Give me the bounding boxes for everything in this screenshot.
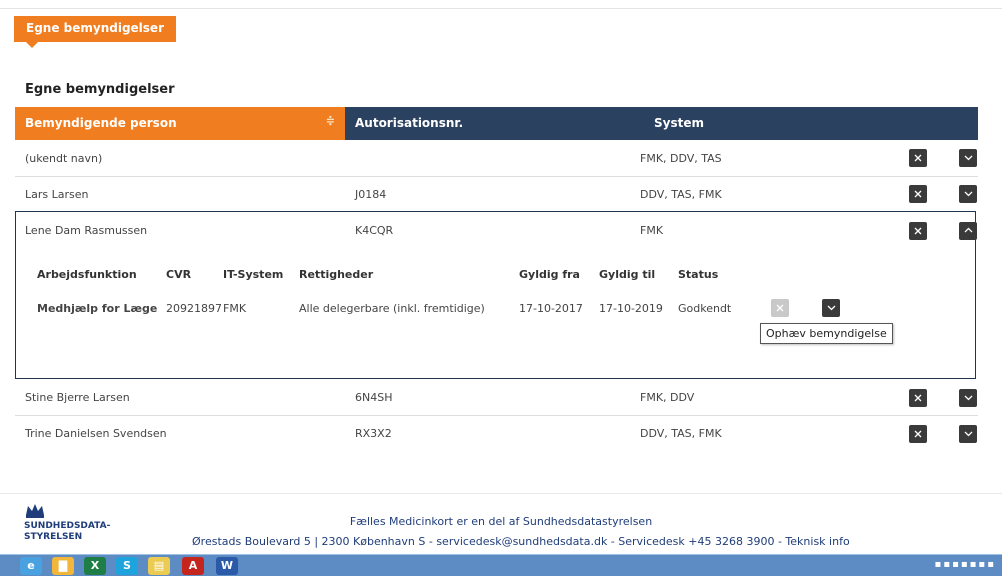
chevron-down-icon [964, 155, 972, 161]
footer-divider [0, 493, 1002, 494]
close-icon [914, 190, 922, 198]
footer-line1: Fælles Medicinkort er en del af Sundheds… [349, 515, 653, 528]
taskbar: e ▇ X S ▤ A W ▪▪▪▪▪▪▪ [0, 554, 1002, 576]
top-divider [0, 8, 1002, 9]
table-row[interactable]: (ukendt navn) FMK, DDV, TAS [15, 140, 978, 177]
row-system: DDV, TAS, FMK [640, 188, 722, 201]
detail-header-arbejdsfunktion: Arbejdsfunktion [37, 268, 137, 281]
detail-gyldig-fra: 17-10-2017 [519, 302, 583, 315]
detail-header-gyldig-til: Gyldig til [599, 268, 656, 281]
detail-header-status: Status [678, 268, 719, 281]
chevron-down-icon [827, 305, 835, 311]
column-header-person-label: Bemyndigende person [25, 116, 177, 130]
remove-button[interactable] [909, 222, 927, 240]
table-row[interactable]: Lars Larsen J0184 DDV, TAS, FMK [15, 176, 978, 212]
logo-line2: STYRELSEN [24, 532, 83, 542]
detail-arbejdsfunktion: Medhjælp for Læge [37, 302, 158, 315]
footer-line2[interactable]: Ørestads Boulevard 5 | 2300 København S … [192, 535, 850, 548]
chevron-down-icon [964, 431, 972, 437]
detail-rettigheder: Alle delegerbare (inkl. fremtidige) [299, 302, 485, 315]
page-title: Egne bemyndigelser [25, 82, 175, 97]
detail-cvr: 20921897 [166, 302, 222, 315]
ie-icon[interactable]: e [20, 557, 42, 575]
table-row[interactable]: Stine Bjerre Larsen 6N4SH FMK, DDV [15, 379, 978, 416]
remove-button[interactable] [909, 425, 927, 443]
close-icon [776, 304, 784, 312]
collapse-button[interactable] [959, 222, 977, 240]
expanded-row[interactable]: Lene Dam Rasmussen K4CQR FMK Arbejdsfunk… [15, 211, 977, 379]
tab-label: Egne bemyndigelser [26, 21, 164, 35]
revoke-button-disabled[interactable] [771, 299, 789, 317]
row-person-name: Lars Larsen [25, 188, 89, 201]
detail-header-rettigheder: Rettigheder [299, 268, 374, 281]
detail-status: Godkendt [678, 302, 732, 315]
row-auth-number: 6N4SH [355, 391, 393, 404]
close-icon [914, 227, 922, 235]
row-person-name: Stine Bjerre Larsen [25, 391, 130, 404]
row-system: DDV, TAS, FMK [640, 427, 722, 440]
table-row[interactable]: Trine Danielsen Svendsen RX3X2 DDV, TAS,… [15, 415, 978, 451]
expand-button[interactable] [959, 425, 977, 443]
tab-egne-bemyndigelser[interactable]: Egne bemyndigelser [14, 16, 176, 48]
files-icon[interactable]: ▤ [148, 557, 170, 575]
expand-button[interactable] [959, 185, 977, 203]
row-system: FMK, DDV [640, 391, 695, 404]
chevron-down-icon [964, 191, 972, 197]
chevron-down-icon [964, 395, 972, 401]
column-header-system: System [654, 116, 704, 130]
folder-icon[interactable]: ▇ [52, 557, 74, 575]
table-header: Bemyndigende person ≑ Autorisationsnr. S… [15, 107, 978, 140]
detail-header-itsystem: IT-System [223, 268, 284, 281]
detail-gyldig-til: 17-10-2019 [599, 302, 663, 315]
row-auth-number: K4CQR [355, 224, 394, 237]
detail-header-cvr: CVR [166, 268, 192, 281]
detail-header-gyldig-fra: Gyldig fra [519, 268, 580, 281]
excel-icon[interactable]: X [84, 557, 106, 575]
row-person-name: Trine Danielsen Svendsen [25, 427, 167, 440]
close-icon [914, 394, 922, 402]
word-icon[interactable]: W [216, 557, 238, 575]
skype-icon[interactable]: S [116, 557, 138, 575]
close-icon [914, 430, 922, 438]
row-person-name: Lene Dam Rasmussen [25, 224, 148, 237]
expand-button[interactable] [959, 149, 977, 167]
row-auth-number: RX3X2 [355, 427, 392, 440]
row-system: FMK [640, 224, 664, 237]
tooltip: Ophæv bemyndigelse [760, 323, 893, 344]
row-system: FMK, DDV, TAS [640, 152, 722, 165]
acrobat-icon[interactable]: A [182, 557, 204, 575]
close-icon [914, 154, 922, 162]
remove-button[interactable] [909, 185, 927, 203]
system-tray-icons[interactable]: ▪▪▪▪▪▪▪ [935, 559, 996, 570]
detail-expand-button[interactable] [822, 299, 840, 317]
chevron-up-icon [964, 227, 972, 233]
remove-button[interactable] [909, 149, 927, 167]
row-auth-number: J0184 [355, 188, 387, 201]
remove-button[interactable] [909, 389, 927, 407]
column-header-auth: Autorisationsnr. [355, 116, 464, 130]
column-header-person[interactable]: Bemyndigende person ≑ [15, 107, 345, 140]
row-person-name: (ukendt navn) [25, 152, 103, 165]
detail-itsystem: FMK [223, 302, 247, 315]
expand-button[interactable] [959, 389, 977, 407]
sort-icon[interactable]: ≑ [326, 114, 335, 127]
